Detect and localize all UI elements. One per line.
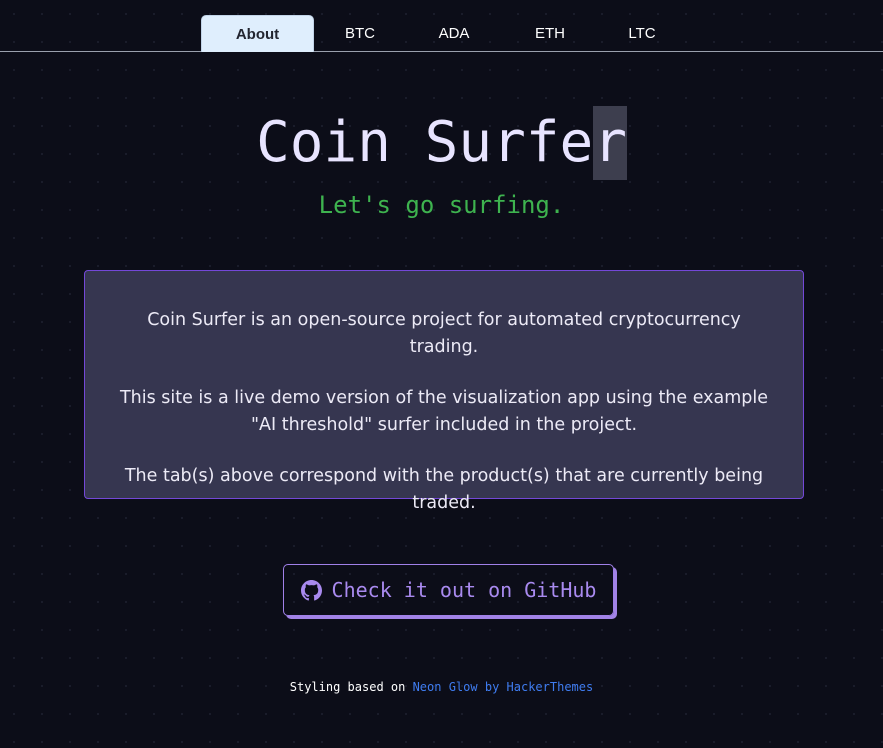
top-nav: About BTC ADA ETH LTC bbox=[0, 0, 883, 52]
title-cursor-char: r bbox=[593, 106, 627, 180]
github-button[interactable]: Check it out on GitHub bbox=[283, 564, 614, 616]
hackerthemes-link[interactable]: HackerThemes bbox=[507, 680, 594, 694]
tab-ltc[interactable]: LTC bbox=[602, 15, 682, 52]
tab-btc[interactable]: BTC bbox=[320, 15, 400, 52]
page-subtitle: Let's go surfing. bbox=[318, 191, 565, 219]
about-paragraph-1: Coin Surfer is an open-source project fo… bbox=[147, 310, 741, 357]
footer-by[interactable]: by bbox=[485, 680, 499, 694]
footer: Styling based on Neon Glow by HackerThem… bbox=[0, 680, 883, 694]
tab-about[interactable]: About bbox=[201, 15, 314, 52]
tab-eth[interactable]: ETH bbox=[510, 15, 590, 52]
neon-glow-link[interactable]: Neon Glow bbox=[413, 680, 478, 694]
title-text: Coin Surfe bbox=[256, 110, 594, 175]
page-title: Coin Surfer bbox=[0, 106, 883, 180]
github-button-label: Check it out on GitHub bbox=[331, 578, 597, 602]
about-paragraph-3: The tab(s) above correspond with the pro… bbox=[124, 466, 764, 513]
footer-prefix: Styling based on bbox=[289, 680, 406, 694]
about-paragraph-2: This site is a live demo version of the … bbox=[119, 388, 769, 435]
about-card: Coin Surfer is an open-source project fo… bbox=[84, 270, 804, 513]
github-icon bbox=[300, 579, 322, 600]
tab-ada[interactable]: ADA bbox=[414, 15, 494, 52]
